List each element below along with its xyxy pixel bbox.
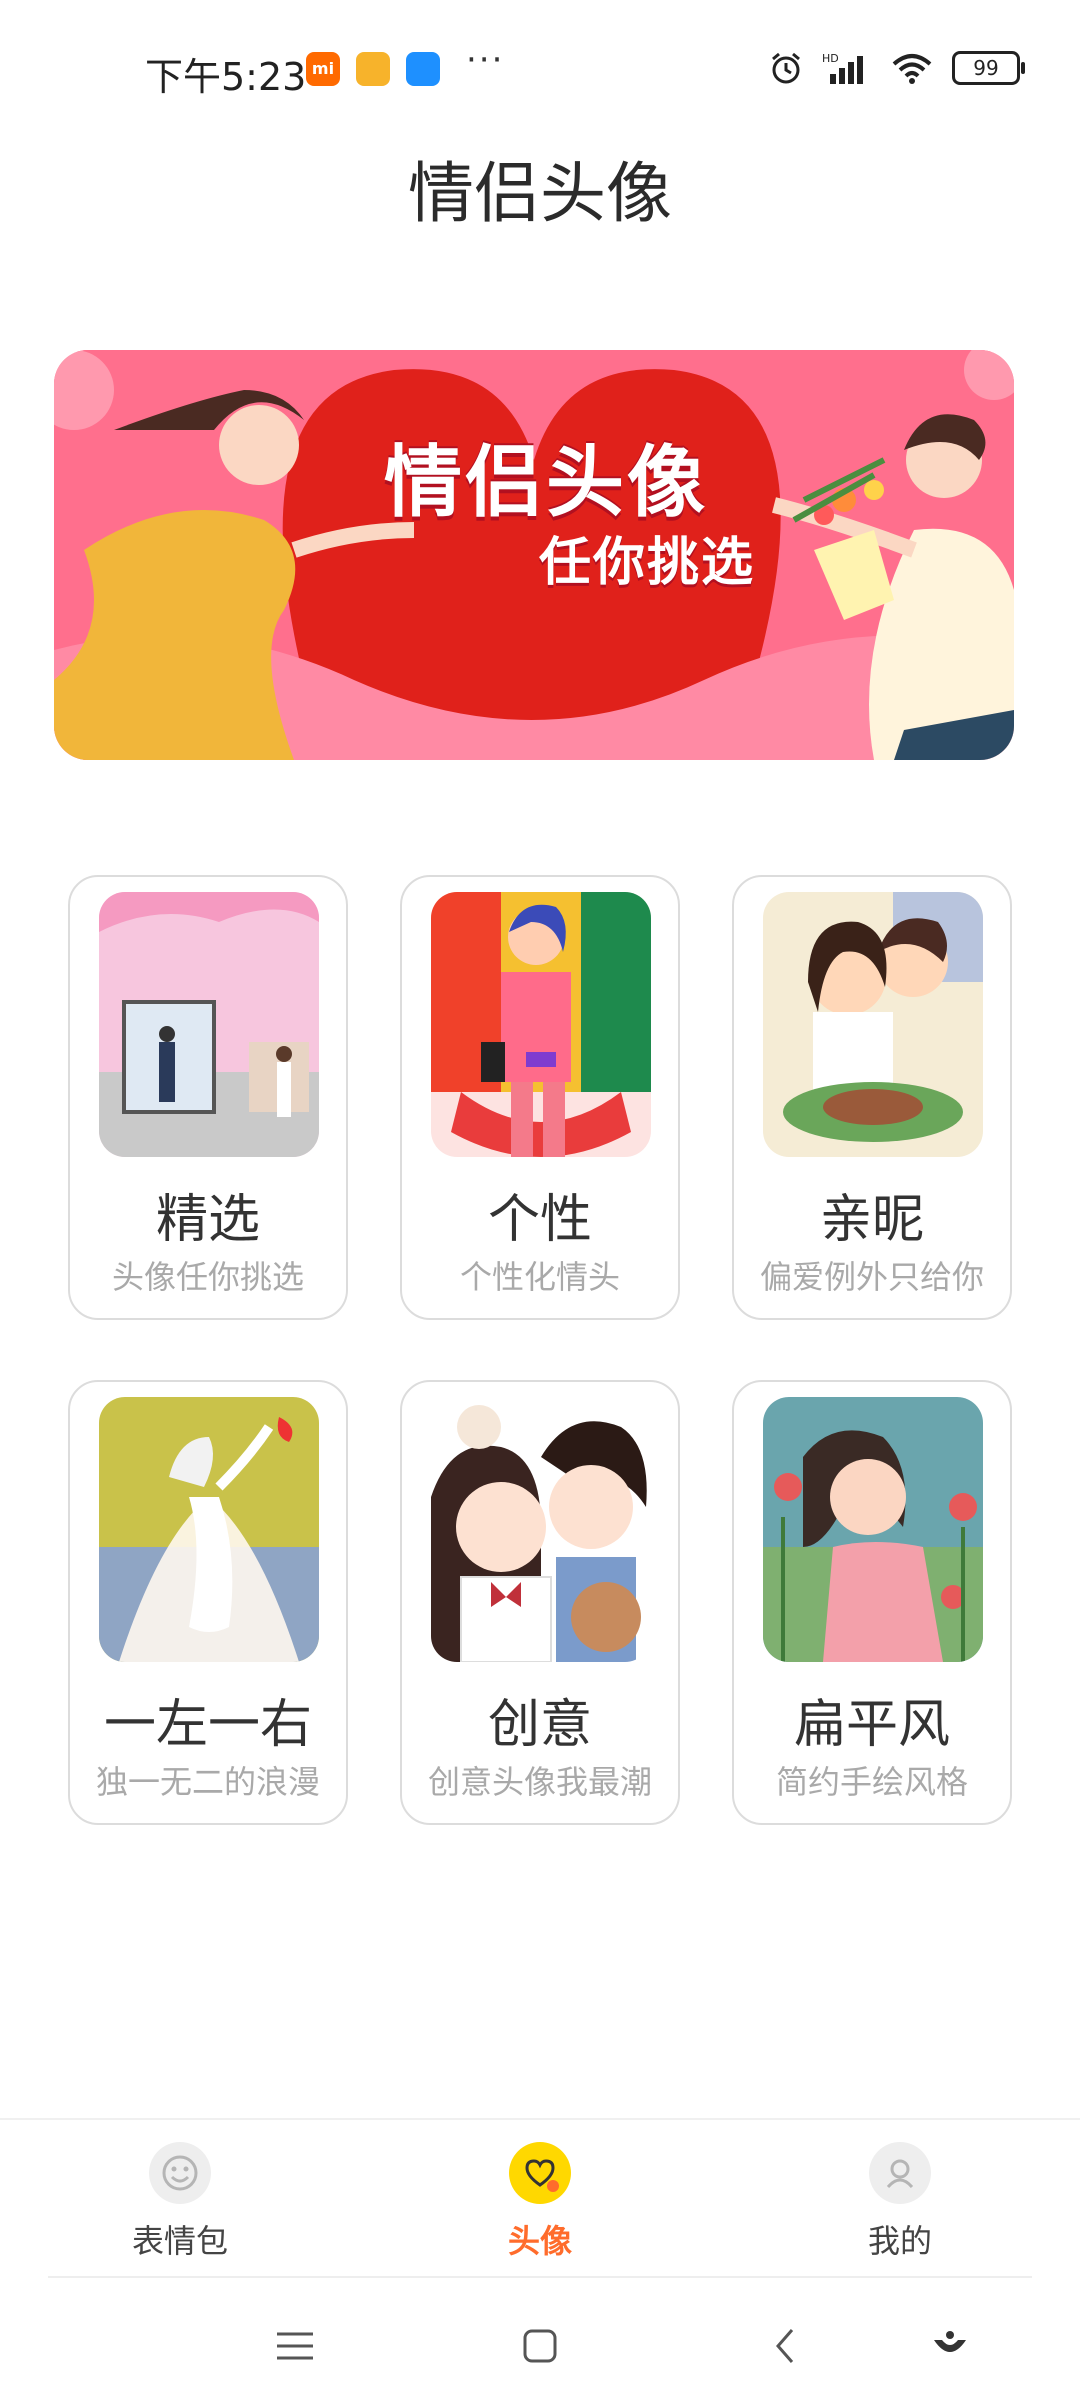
category-name: 个性 [487, 1190, 592, 1250]
nav-tab-profile[interactable]: 我的 [810, 2142, 990, 2262]
nav-tab-label: 头像 [507, 2222, 572, 2260]
more-notifications-icon: ··· [466, 40, 505, 80]
svg-text:HD: HD [822, 52, 839, 65]
category-thumb-creative [431, 1397, 651, 1662]
category-name: 扁平风 [793, 1695, 950, 1755]
category-desc: 创意头像我最潮 [427, 1763, 652, 1801]
category-card-left-right[interactable]: 一左一右 独一无二的浪漫 [68, 1380, 348, 1825]
message-app-icon [356, 52, 390, 86]
user-icon [869, 2142, 931, 2204]
category-thumb-intimate [763, 892, 983, 1157]
category-name: 精选 [155, 1190, 260, 1250]
smiley-icon [149, 2142, 211, 2204]
nav-tab-stickers[interactable]: 表情包 [90, 2142, 270, 2262]
category-desc: 偏爱例外只给你 [759, 1258, 984, 1296]
category-desc: 独一无二的浪漫 [95, 1763, 320, 1801]
status-icons: HD 99 [768, 48, 1025, 88]
wifi-icon [892, 54, 932, 84]
system-nav-bar [0, 2290, 1080, 2400]
nav-tab-label: 表情包 [131, 2222, 228, 2260]
category-card-featured[interactable]: 精选 头像任你挑选 [68, 875, 348, 1320]
category-card-creative[interactable]: 创意 创意头像我最潮 [400, 1380, 680, 1825]
nav-tab-avatars[interactable]: 头像 [450, 2142, 630, 2262]
signal-icon: HD [822, 52, 863, 84]
heart-chat-icon [509, 2142, 571, 2204]
alarm-icon [772, 52, 800, 84]
page-title: 情侣头像 [408, 155, 672, 232]
promo-banner[interactable]: 情侣头像 任你挑选 [54, 350, 1014, 760]
category-thumb-left-right [99, 1397, 319, 1662]
mi-app-icon: mi [306, 52, 340, 86]
cloud-app-icon [406, 52, 440, 86]
divider [48, 2276, 1032, 2278]
category-desc: 头像任你挑选 [111, 1258, 304, 1296]
banner-illustration [54, 350, 1014, 760]
category-name: 亲昵 [819, 1190, 924, 1250]
status-time: 下午5:23 [145, 55, 307, 99]
back-icon[interactable] [755, 2316, 815, 2376]
nav-tab-label: 我的 [867, 2222, 932, 2260]
category-desc: 简约手绘风格 [775, 1763, 968, 1801]
category-name: 创意 [487, 1695, 592, 1755]
home-icon[interactable] [510, 2316, 570, 2376]
category-thumb-featured [99, 892, 319, 1157]
category-thumb-personality [431, 892, 651, 1157]
status-bar: 下午5:23 mi ··· HD 99 [0, 0, 1080, 140]
banner-title: 情侣头像 [384, 438, 709, 528]
category-card-flat-style[interactable]: 扁平风 简约手绘风格 [732, 1380, 1012, 1825]
category-card-personality[interactable]: 个性 个性化情头 [400, 875, 680, 1320]
category-desc: 个性化情头 [459, 1258, 620, 1296]
menu-icon[interactable] [265, 2316, 325, 2376]
battery-indicator: 99 [952, 51, 1025, 85]
category-thumb-flat-style [763, 1397, 983, 1662]
assistant-icon[interactable] [920, 2316, 980, 2376]
category-card-intimate[interactable]: 亲昵 偏爱例外只给你 [732, 875, 1012, 1320]
category-name: 一左一右 [103, 1695, 312, 1755]
bottom-nav: 表情包 头像 我的 [0, 2118, 1080, 2276]
banner-subtitle: 任你挑选 [539, 533, 756, 593]
